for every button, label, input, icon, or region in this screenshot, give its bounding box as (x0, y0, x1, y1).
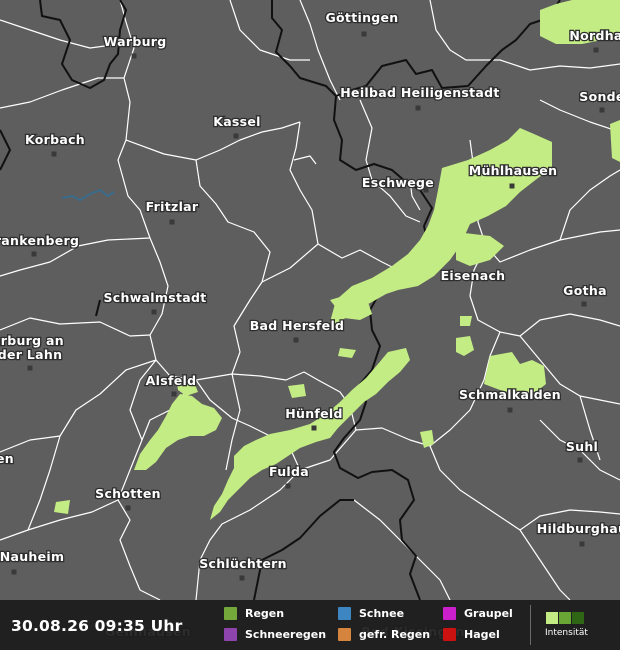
intensity-label: Intensität (545, 628, 588, 638)
city-marker (233, 133, 239, 139)
city-label-hildburghausen: Hildburghau (537, 521, 620, 536)
city-marker (131, 53, 137, 59)
city-label-alsfeld: Alsfeld (146, 373, 197, 388)
city-label-badhersfeld: Bad Hersfeld (250, 318, 345, 333)
legend-item-schneeregen[interactable]: Schneeregen (224, 628, 326, 641)
city-marker (579, 541, 585, 547)
city-label-eschwege: Eschwege (362, 175, 434, 190)
legend-bar: 30.08.26 09:35 Uhr Regen Schneeregen Sch… (0, 600, 620, 650)
city-marker (593, 47, 599, 53)
legend-label: gefr. Regen (359, 628, 431, 641)
city-marker (239, 575, 245, 581)
legend-item-hagel[interactable]: Hagel (443, 628, 500, 641)
city-marker (311, 425, 317, 431)
city-marker (581, 301, 587, 307)
city-label-muehlhausen: Mühlhausen (469, 163, 558, 178)
city-marker (169, 219, 175, 225)
intensity-mid-swatch (559, 612, 571, 624)
city-label-schwalmstadt: Schwalmstadt (104, 290, 207, 305)
schneeregen-swatch (224, 628, 237, 641)
regen-swatch (224, 607, 237, 620)
city-marker (31, 251, 37, 257)
schnee-swatch (338, 607, 351, 620)
intensity-scale (546, 612, 585, 624)
intensity-low-swatch (546, 612, 558, 624)
city-marker (599, 107, 605, 113)
city-label-schotten: Schotten (95, 486, 161, 501)
legend-label: Schneeregen (245, 628, 327, 641)
city-label-fulda: Fulda (269, 464, 309, 479)
city-label-korbach: Korbach (25, 132, 85, 147)
city-label-nordhausen: Nordha (569, 28, 620, 43)
legend-item-schnee[interactable]: Schnee (338, 607, 404, 620)
city-label-schluechtern: Schlüchtern (199, 556, 287, 571)
legend-item-graupel[interactable]: Graupel (443, 607, 513, 620)
city-marker (151, 309, 157, 315)
city-label-goettingen: Göttingen (325, 10, 398, 25)
city-label-giessen: en (0, 451, 14, 466)
city-marker (285, 483, 291, 489)
city-label-eisenach: Eisenach (441, 268, 506, 283)
city-marker (51, 151, 57, 157)
city-label-marburg2: der Lahn (0, 347, 62, 362)
city-label-schmalkalden: Schmalkalden (459, 387, 561, 402)
city-marker (293, 337, 299, 343)
legend-label: Regen (245, 607, 285, 620)
city-marker (11, 569, 17, 575)
city-marker (577, 457, 583, 463)
city-label-gotha: Gotha (563, 283, 607, 298)
city-label-frankenberg: rankenberg (0, 233, 79, 248)
city-label-huenfeld: Hünfeld (285, 406, 343, 421)
city-label-fritzlar: Fritzlar (146, 199, 199, 214)
city-label-marburg1: arburg an (0, 333, 64, 348)
hagel-swatch (443, 628, 456, 641)
gefr-regen-swatch (338, 628, 351, 641)
city-marker (125, 505, 131, 511)
intensity-high-swatch (572, 612, 584, 624)
legend-label: Graupel (464, 607, 513, 620)
city-label-warburg: Warburg (103, 34, 166, 49)
graupel-swatch (443, 607, 456, 620)
city-label-kassel: Kassel (213, 114, 261, 129)
city-marker (171, 391, 177, 397)
city-label-heilbad: Heilbad Heiligenstadt (340, 85, 499, 100)
city-marker (415, 105, 421, 111)
city-marker (507, 407, 513, 413)
city-marker (27, 365, 33, 371)
legend-item-regen[interactable]: Regen (224, 607, 284, 620)
city-marker (509, 183, 515, 189)
radar-map[interactable]: Göttingen Warburg Nordha Heilbad Heiligenst… (0, 0, 620, 650)
legend-label: Schnee (359, 607, 405, 620)
city-marker (361, 31, 367, 37)
city-label-nauheim: Nauheim (0, 549, 64, 564)
legend-divider (530, 605, 531, 645)
timestamp: 30.08.26 09:35 Uhr (11, 617, 183, 635)
city-label-sonder: Sonde (579, 89, 620, 104)
city-label-suhl: Suhl (566, 439, 598, 454)
legend-item-gefr-regen[interactable]: gefr. Regen (338, 628, 430, 641)
legend-label: Hagel (464, 628, 500, 641)
